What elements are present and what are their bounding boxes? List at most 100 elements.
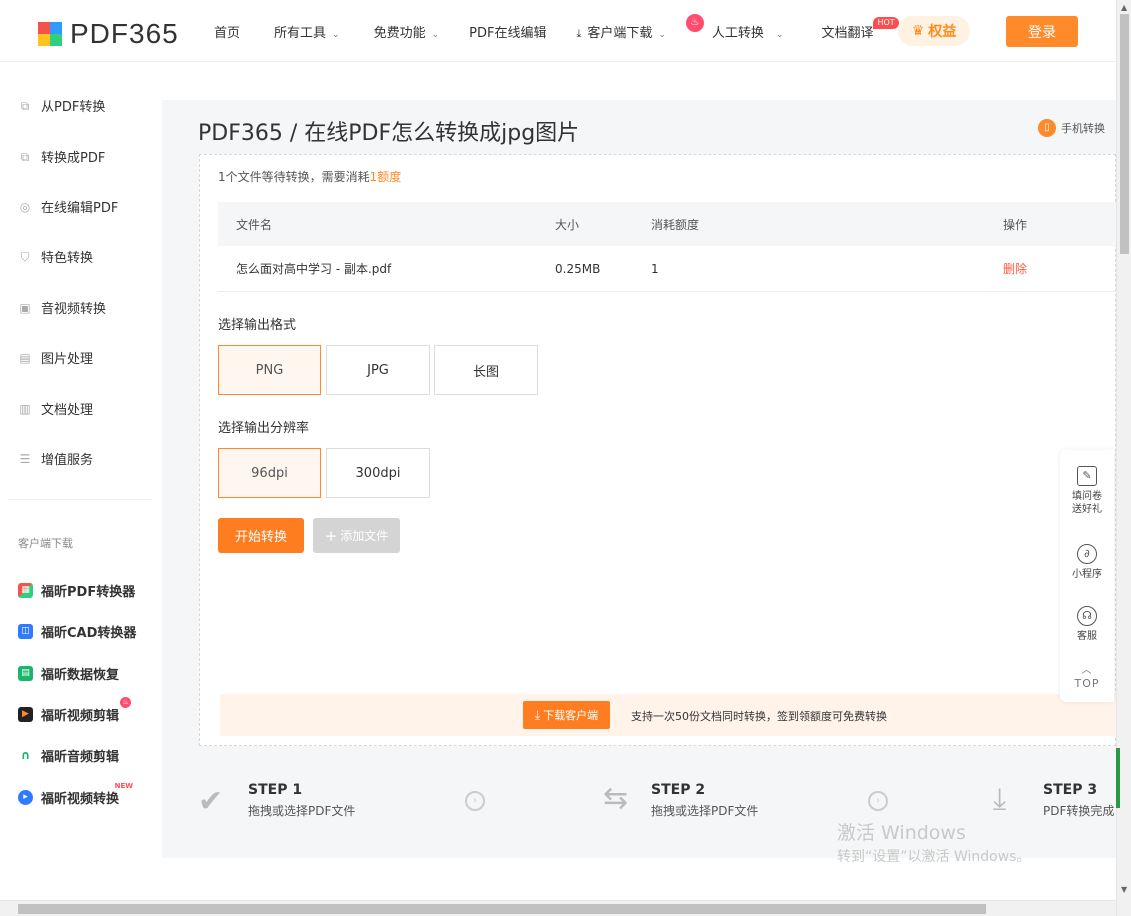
app-cad-converter[interactable]: ◫ 福昕CAD转换器: [18, 622, 136, 641]
video-converter-icon: ▸: [18, 790, 33, 805]
promo-text: 支持一次50份文档同时转换，签到领额度可免费转换: [631, 710, 887, 723]
app-data-recovery[interactable]: ▤ 福昕数据恢复: [18, 664, 119, 683]
side-edge-marker: [1116, 748, 1120, 808]
new-badge: NEW: [114, 782, 134, 790]
download-client-button[interactable]: ⤓ 下载客户端: [523, 701, 610, 729]
top-navigation-bar: PDF365 首页 所有工具 ⌄ 免费功能 ⌄ PDF在线编辑 ⤓ 客户端下载 ⌄ ♨ 人…: [0, 0, 1116, 62]
horizontal-scrollbar[interactable]: [0, 900, 1116, 916]
mobile-convert-link[interactable]: ▯ 手机转换: [1038, 119, 1105, 137]
audio-editor-icon: ∩: [18, 748, 33, 763]
scroll-up-icon[interactable]: ▲: [1121, 3, 1127, 12]
image-icon: ▤: [19, 350, 31, 365]
nav-document-translate[interactable]: 文档翻译 HOT: [821, 17, 899, 41]
nav-client-download[interactable]: ⤓ 客户端下载 ⌄: [576, 22, 665, 41]
page-title: PDF365 / 在线PDF怎么转换成jpg图片: [198, 121, 580, 146]
delete-link[interactable]: 删除: [1003, 246, 1027, 291]
resolution-option-300dpi[interactable]: 300dpi: [326, 448, 430, 498]
headset-icon: ☊: [1077, 606, 1097, 626]
app-video-converter[interactable]: ▸ 福昕视频转换 NEW: [18, 782, 133, 807]
windows-activation-text: 转到“设置”以激活 Windows。: [837, 849, 1031, 865]
step-2: STEP 2 拖拽或选择PDF文件: [651, 782, 759, 818]
column-action: 操作: [1003, 217, 1028, 232]
login-button[interactable]: 登录: [1006, 16, 1078, 47]
download-icon: ⤓: [534, 707, 541, 722]
quota-highlight: 1额度: [369, 170, 402, 184]
vertical-scroll-thumb[interactable]: [1120, 14, 1129, 254]
format-option-png[interactable]: PNG: [218, 345, 321, 395]
survey-button[interactable]: ✎ 填问卷送好礼: [1060, 466, 1114, 516]
step-1: STEP 1 拖拽或选择PDF文件: [248, 782, 356, 818]
edit-pdf-icon: ◎: [19, 199, 31, 214]
exchange-icon: ⇆: [603, 781, 629, 816]
sidebar-item-edit-pdf[interactable]: ◎ 在线编辑PDF: [18, 197, 119, 217]
checkmark-icon: ✔: [198, 784, 224, 819]
download-tray-icon: ⤓: [993, 782, 1007, 817]
file-name: 怎么面对高中学习 - 副本.pdf: [236, 262, 392, 276]
output-resolution-label: 选择输出分辨率: [218, 421, 310, 436]
logo-text: PDF365: [70, 18, 179, 49]
sidebar-item-convert-from-pdf[interactable]: ⧉ 从PDF转换: [18, 96, 106, 116]
hot-badge: HOT: [873, 17, 899, 29]
convert-from-pdf-icon: ⧉: [20, 98, 30, 113]
format-option-jpg[interactable]: JPG: [326, 345, 430, 395]
arrow-right-icon: ›: [465, 791, 485, 811]
chevron-down-icon: ⌄: [431, 30, 440, 40]
sidebar-item-media-convert[interactable]: ▣ 音视频转换: [18, 298, 106, 318]
horizontal-scroll-thumb[interactable]: [18, 904, 986, 914]
add-file-button[interactable]: + 添加文件: [313, 518, 400, 553]
nav-pdf-online-edit[interactable]: PDF在线编辑: [469, 22, 546, 41]
sidebar-item-document-processing[interactable]: ▥ 文档处理: [18, 399, 93, 419]
format-option-long-image[interactable]: 长图: [434, 345, 538, 395]
data-recovery-icon: ▤: [18, 666, 33, 681]
app-pdf-converter[interactable]: ▦ 福昕PDF转换器: [18, 581, 135, 600]
table-row: 怎么面对高中学习 - 副本.pdf 0.25MB 1 删除: [218, 246, 1116, 292]
chevron-down-icon: ⌄: [658, 30, 666, 40]
file-size: 0.25MB: [555, 261, 601, 276]
sidebar-item-convert-to-pdf[interactable]: ⧉ 转换成PDF: [18, 147, 106, 167]
resolution-option-96dpi[interactable]: 96dpi: [218, 448, 321, 498]
main-nav: 首页 所有工具 ⌄ 免费功能 ⌄ PDF在线编辑 ⤓ 客户端下载 ⌄ ♨ 人工转换 ⌄ 文档…: [214, 14, 899, 41]
output-format-label: 选择输出格式: [218, 318, 297, 333]
sidebar-item-special-convert[interactable]: ⛉ 特色转换: [18, 247, 93, 267]
client-download-heading: 客户端下载: [18, 537, 73, 550]
app-audio-editor[interactable]: ∩ 福昕音频剪辑: [18, 746, 119, 765]
sidebar-item-image-processing[interactable]: ▤ 图片处理: [18, 348, 93, 368]
download-icon: ⤓: [576, 27, 582, 40]
mini-program-button[interactable]: ∂ 小程序: [1060, 544, 1114, 581]
sidebar: ⧉ 从PDF转换 ⧉ 转换成PDF ◎ 在线编辑PDF ⛉ 特色转换 ▣ 音视频转换 ▤ 图…: [0, 62, 162, 900]
windows-activation-title: 激活 Windows: [837, 822, 966, 844]
document-icon: ▥: [19, 401, 31, 416]
sidebar-item-value-added[interactable]: ☰ 增值服务: [18, 449, 93, 469]
arrow-right-icon: ›: [868, 791, 888, 811]
pdf-converter-icon: ▦: [18, 583, 33, 598]
mini-program-icon: ∂: [1077, 544, 1097, 564]
cad-converter-icon: ◫: [18, 624, 33, 639]
plus-icon: +: [324, 526, 338, 545]
chevron-up-icon: ︿: [1081, 665, 1093, 676]
list-icon: ☰: [19, 451, 31, 466]
nav-all-tools[interactable]: 所有工具 ⌄: [274, 22, 340, 41]
crown-icon: ♛: [911, 23, 925, 39]
pdf365-logo[interactable]: PDF365: [38, 18, 179, 50]
customer-service-button[interactable]: ☊ 客服: [1060, 606, 1114, 643]
video-editor-icon: ▶: [18, 707, 33, 722]
chevron-down-icon: ⌄: [332, 30, 340, 40]
quota-note: 1个文件等待转换，需要消耗1额度: [218, 170, 402, 184]
file-quota: 1: [651, 261, 659, 276]
logo-icon: [38, 22, 62, 46]
fire-icon: ♨: [685, 14, 704, 32]
start-convert-button[interactable]: 开始转换: [218, 518, 304, 553]
scroll-down-icon[interactable]: ▼: [1121, 885, 1127, 894]
floating-tool-panel: ✎ 填问卷送好礼 ∂ 小程序 ☊ 客服 ︿ TOP: [1060, 450, 1114, 702]
column-quota: 消耗额度: [651, 217, 700, 232]
back-to-top-button[interactable]: ︿ TOP: [1060, 664, 1114, 690]
app-video-editor[interactable]: ▶ 福昕视频剪辑 ♨: [18, 697, 132, 724]
nav-home[interactable]: 首页: [214, 22, 240, 41]
fire-badge-icon: ♨: [120, 697, 132, 708]
file-table-header: 文件名 大小 消耗额度 操作: [218, 202, 1116, 246]
nav-free-features[interactable]: 免费功能 ⌄: [374, 22, 440, 41]
step-3: STEP 3 PDF转换完成: [1043, 782, 1115, 818]
survey-icon: ✎: [1077, 466, 1097, 486]
rights-button[interactable]: ♛ 权益: [898, 16, 970, 46]
nav-manual-convert[interactable]: ♨ 人工转换 ⌄: [685, 14, 783, 41]
